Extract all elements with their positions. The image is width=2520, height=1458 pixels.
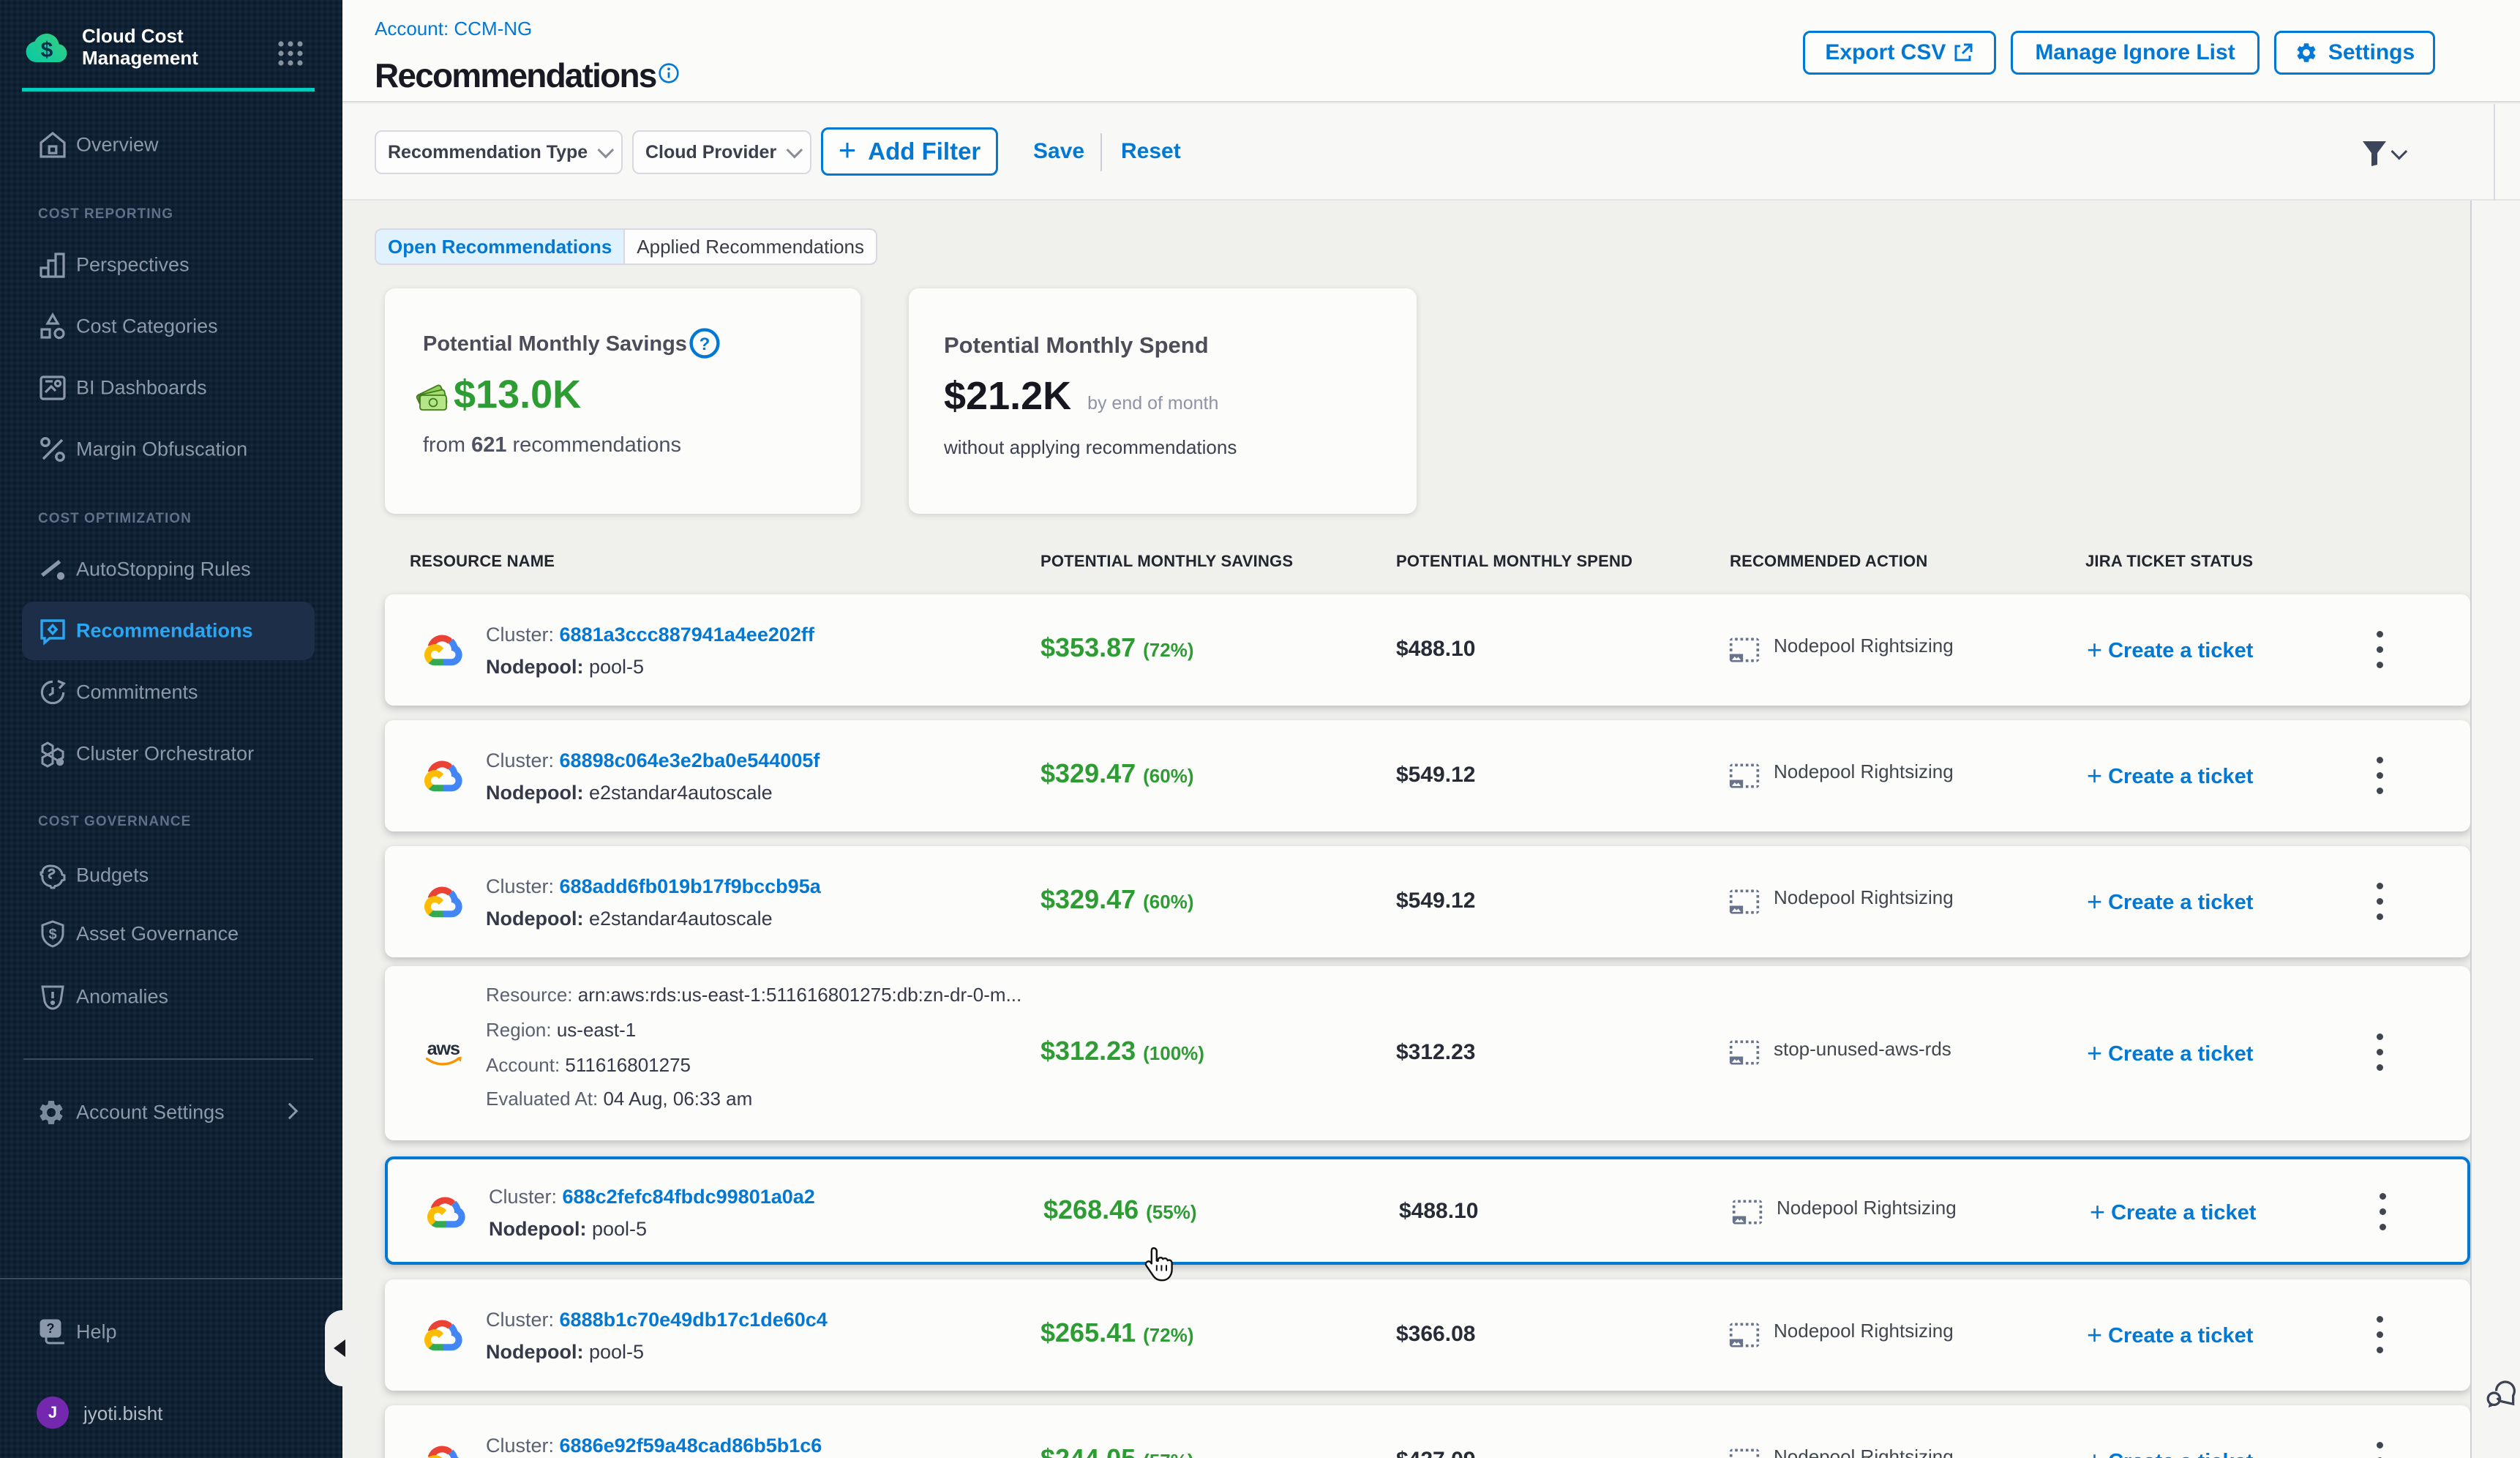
svg-text:aws: aws bbox=[427, 1039, 460, 1059]
svg-text:?: ? bbox=[47, 1321, 55, 1336]
svg-text:$: $ bbox=[48, 927, 56, 943]
svg-text:?: ? bbox=[700, 334, 710, 354]
svg-text:$: $ bbox=[41, 38, 53, 62]
